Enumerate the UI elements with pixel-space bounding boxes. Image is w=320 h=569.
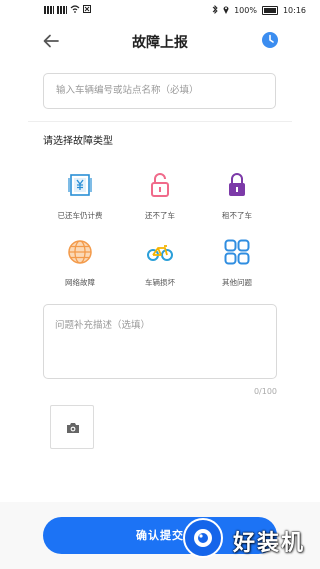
battery-icon <box>261 6 278 15</box>
vehicle-number-input[interactable]: 输入车辆编号或站点名称（必填） <box>43 73 276 109</box>
bluetooth-icon <box>212 4 218 16</box>
fault-item-other[interactable]: 其他问题 <box>197 237 277 288</box>
signal-icon <box>57 6 67 14</box>
status-bar: 100% 10:16 <box>0 0 320 22</box>
grid-icon <box>224 239 250 265</box>
fault-label: 已还车仍计费 <box>57 211 103 220</box>
fault-label: 网络故障 <box>65 278 95 287</box>
description-textarea[interactable]: 问题补充描述（选填） <box>43 304 277 379</box>
unlock-icon <box>151 173 169 197</box>
clock-icon <box>262 32 278 48</box>
fault-label: 租不了车 <box>222 211 252 220</box>
fault-item-billing[interactable]: 已还车仍计费 <box>40 170 120 221</box>
bicycle-icon <box>147 245 173 261</box>
fault-item-network[interactable]: 网络故障 <box>40 237 120 288</box>
vehicle-number-placeholder: 输入车辆编号或站点名称（必填） <box>56 85 199 96</box>
history-button[interactable] <box>260 30 280 50</box>
fault-label: 其他问题 <box>222 278 252 287</box>
add-photo-button[interactable] <box>50 405 94 449</box>
watermark: 好装机 <box>183 518 315 562</box>
lock-icon <box>229 173 245 196</box>
status-left <box>44 5 91 15</box>
watermark-logo-icon <box>183 518 223 558</box>
signal-icon <box>44 6 54 14</box>
divider <box>28 121 292 122</box>
watermark-text: 好装机 <box>233 531 306 556</box>
fault-item-damage[interactable]: 车辆损坏 <box>120 237 200 288</box>
fault-label: 还不了车 <box>145 211 175 220</box>
status-time: 10:16 <box>282 6 306 15</box>
fault-item-cannot-rent[interactable]: 租不了车 <box>197 170 277 221</box>
fault-label: 车辆损坏 <box>145 278 175 287</box>
wifi-icon <box>70 5 80 15</box>
fault-item-cannot-return[interactable]: 还不了车 <box>120 170 200 221</box>
location-icon <box>223 5 229 16</box>
fault-type-title: 请选择故障类型 <box>43 136 113 147</box>
header: 故障上报 <box>0 28 320 54</box>
description-placeholder: 问题补充描述（选填） <box>55 320 151 331</box>
status-right: 100% 10:16 <box>212 4 306 16</box>
battery-level: 100% <box>234 6 257 15</box>
network-icon <box>68 240 92 264</box>
camera-icon <box>67 423 79 433</box>
character-counter: 0/100 <box>253 387 277 396</box>
billing-icon <box>68 174 92 196</box>
notification-icon <box>83 5 91 15</box>
